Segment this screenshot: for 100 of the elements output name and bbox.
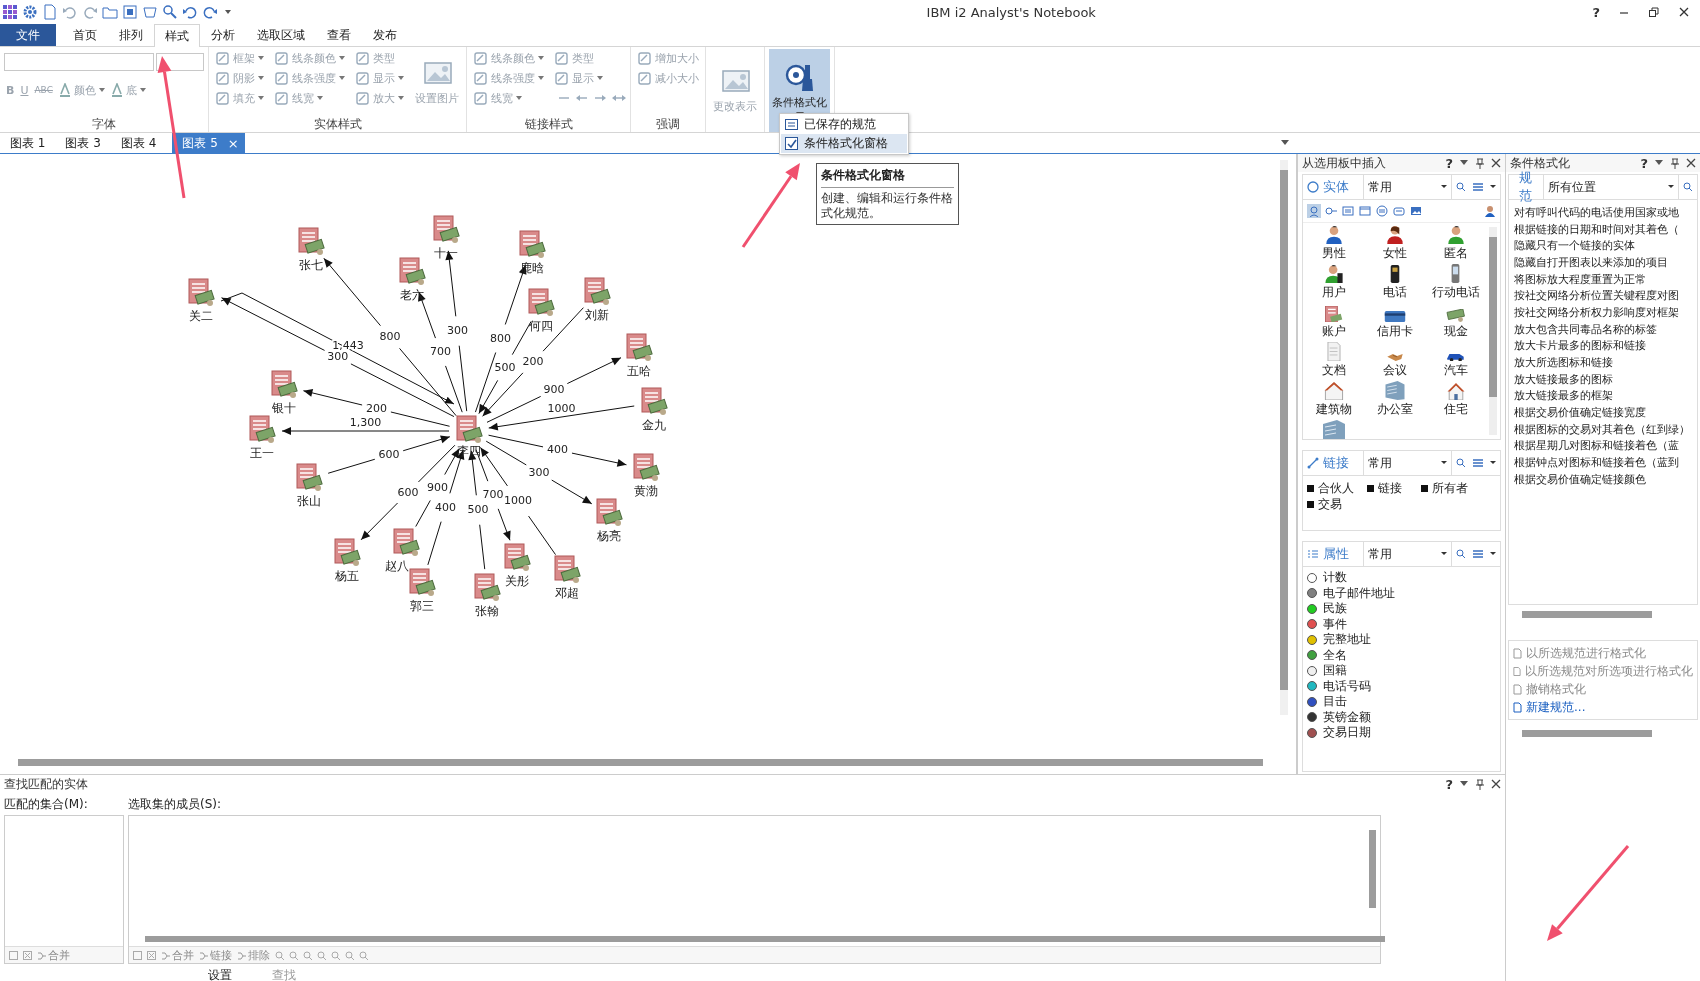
specification-item[interactable]: 按社交网络分析权力影响度对框架 [1514, 304, 1679, 321]
help-button[interactable]: ? [1640, 155, 1648, 171]
ledger-icon[interactable] [641, 387, 668, 415]
search-icon[interactable] [162, 4, 178, 20]
attribute-item[interactable]: 事件 [1307, 616, 1496, 632]
font-name-field[interactable] [4, 53, 154, 71]
pin-icon[interactable] [1475, 778, 1485, 790]
search-icon[interactable] [1456, 549, 1466, 559]
specification-item[interactable]: 根据链接的日期和时间对其着色（ [1514, 220, 1679, 238]
attribute-item[interactable]: 计数 [1307, 570, 1496, 586]
close-icon[interactable] [1491, 779, 1501, 789]
palette-item[interactable]: 信用卡 [1364, 301, 1426, 340]
ledger-icon[interactable] [409, 568, 436, 596]
palette-item[interactable]: 现金 [1425, 301, 1486, 340]
ledger-icon[interactable] [456, 415, 483, 443]
palette-item[interactable]: 建筑物 [1303, 379, 1365, 418]
scrollbar-thumb[interactable] [1489, 237, 1497, 397]
help-button[interactable]: ? [1592, 4, 1600, 20]
help-button[interactable]: ? [1445, 776, 1453, 792]
ribbon-tab[interactable]: 首页 [62, 24, 108, 46]
scrollbar-thumb[interactable] [145, 936, 1385, 942]
specification-item[interactable]: 放大卡片最多的图标和链接 [1514, 337, 1646, 355]
redo-icon[interactable] [202, 4, 218, 20]
close-icon[interactable] [1678, 6, 1690, 18]
save-icon[interactable] [122, 4, 138, 20]
category-dropdown[interactable]: 常用 [1363, 542, 1452, 566]
link-type-item[interactable]: 链接 [1365, 480, 1420, 496]
person-icon[interactable] [1484, 205, 1496, 217]
specification-item[interactable]: 根据交易价值确定链接宽度 [1514, 404, 1646, 421]
specification-item[interactable]: 根据钟点对图标和链接着色（蓝到 [1514, 454, 1679, 471]
ledger-icon[interactable] [393, 528, 420, 556]
window-icon[interactable] [1358, 204, 1373, 218]
list-icon[interactable] [1375, 204, 1390, 218]
link-type-item[interactable]: 所有者 [1419, 480, 1492, 496]
category-dropdown[interactable]: 常用 [1363, 451, 1452, 475]
ledger-icon[interactable] [633, 453, 660, 481]
specification-item[interactable]: 放大所选图标和链接 [1514, 354, 1613, 371]
location-dropdown[interactable]: 所有位置 [1543, 175, 1679, 199]
action-link[interactable]: 新建规范... [1513, 699, 1693, 715]
menu-icon[interactable] [1472, 458, 1484, 468]
ledger-icon[interactable] [584, 277, 611, 305]
document-icon[interactable] [42, 4, 58, 20]
ledger-icon[interactable] [528, 288, 555, 316]
palette-item[interactable]: 女性 [1364, 223, 1426, 262]
specification-item[interactable]: 对有呼叫代码的电话使用国家或地 [1514, 204, 1679, 221]
search-icon[interactable] [1456, 458, 1466, 468]
link-type-item[interactable]: 交易 [1305, 496, 1366, 512]
attribute-item[interactable]: 完整地址 [1307, 632, 1496, 648]
specification-item[interactable]: 将图标放大程度重置为正常 [1514, 270, 1646, 288]
ledger-icon[interactable] [626, 333, 653, 361]
scrollbar[interactable] [1489, 227, 1497, 435]
redo-icon[interactable] [82, 4, 98, 20]
pin-icon[interactable] [1670, 157, 1680, 169]
label-icon[interactable] [1392, 204, 1407, 218]
chart-tab[interactable]: 图表 4 [110, 133, 167, 153]
section-tab[interactable]: 属性 [1303, 542, 1364, 566]
caret-icon[interactable] [1490, 461, 1496, 465]
ledger-icon[interactable] [188, 278, 215, 306]
ribbon-tab[interactable]: 分析 [200, 24, 246, 46]
ledger-icon[interactable] [399, 257, 426, 285]
scrollbar-thumb[interactable] [1522, 730, 1652, 737]
specification-item[interactable]: 放大链接最多的图标 [1514, 370, 1613, 388]
specification-item[interactable]: 根据图标的交易对其着色（红到绿） [1514, 420, 1690, 438]
attribute-item[interactable]: 交易日期 [1307, 725, 1496, 741]
chart-tab[interactable]: 图表 1 [0, 133, 56, 153]
specification-item[interactable]: 隐藏只有一个链接的实体 [1514, 237, 1635, 255]
menu-item[interactable]: 条件格式化窗格 [781, 134, 907, 153]
specification-item[interactable]: 根据星期几对图标和链接着色（蓝 [1514, 437, 1679, 455]
palette-item[interactable]: 行动电话 [1425, 262, 1486, 301]
attribute-item[interactable]: 电话号码 [1307, 678, 1496, 694]
ledger-icon[interactable] [596, 498, 623, 526]
file-menu-button[interactable]: 文件 [0, 24, 56, 46]
ledger-icon[interactable] [504, 543, 531, 571]
search-icon[interactable] [1456, 182, 1466, 192]
close-icon[interactable] [1491, 158, 1501, 168]
attribute-item[interactable]: 国籍 [1307, 663, 1496, 679]
help-button[interactable]: ? [1445, 155, 1453, 171]
grid-icon[interactable] [2, 4, 18, 20]
ribbon-tab[interactable]: 样式 [154, 24, 200, 47]
picture-icon[interactable] [1409, 204, 1424, 218]
ledger-icon[interactable] [271, 370, 298, 398]
ribbon-tab[interactable]: 查看 [316, 24, 362, 46]
arrow-left-icon[interactable] [576, 94, 588, 102]
attribute-item[interactable]: 目击 [1307, 694, 1496, 710]
chart-tab[interactable]: 图表 5 [172, 133, 228, 153]
pin-icon[interactable] [1475, 157, 1485, 169]
attribute-item[interactable]: 全名 [1307, 647, 1496, 663]
ledger-icon[interactable] [249, 415, 276, 443]
attribute-item[interactable]: 英镑金额 [1307, 709, 1496, 725]
ledger-icon[interactable] [554, 555, 581, 583]
specification-item[interactable]: 按社交网络分析位置关键程度对图 [1514, 287, 1679, 305]
scrollbar-thumb[interactable] [1369, 830, 1376, 908]
restore-icon[interactable] [1648, 6, 1660, 18]
menu-icon[interactable] [1472, 549, 1484, 559]
menu-icon[interactable] [1472, 182, 1484, 192]
search-icon[interactable] [1683, 182, 1693, 192]
palette-item[interactable]: 账户 [1303, 301, 1365, 340]
section-tab[interactable]: 链接 [1303, 451, 1364, 475]
palette-item[interactable]: 住宅 [1425, 379, 1486, 418]
caret-icon[interactable] [1459, 781, 1469, 787]
